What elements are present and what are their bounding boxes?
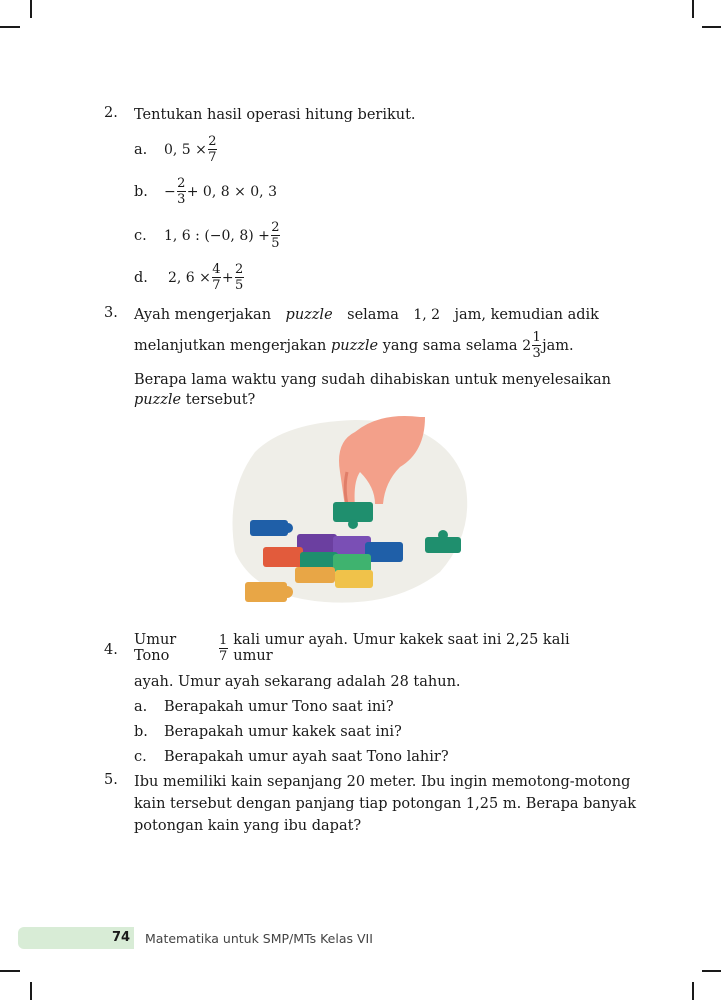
fraction-numerator: 4: [212, 262, 221, 277]
fraction-numerator: 2: [208, 134, 217, 149]
text-segment: jam.: [542, 337, 574, 354]
fraction-numerator: 1: [532, 330, 541, 345]
fraction: 2 7: [207, 134, 217, 165]
item-2c: c. 1, 6 : (−0, 8) + 2 5: [134, 220, 281, 251]
question-number: 4.: [104, 642, 118, 658]
mixed-number-whole: 2: [522, 337, 532, 354]
expression-mid: +: [221, 269, 234, 286]
crop-mark: [702, 970, 721, 972]
question-prompt: Tentukan hasil operasi hitung berikut.: [134, 107, 416, 123]
question-line: melanjutkan mengerjakan puzzle yang sama…: [134, 330, 574, 361]
question-line: Ibu memiliki kain sepanjang 20 meter. Ib…: [134, 774, 631, 790]
item-2a: a. 0, 5 × 2 7: [134, 134, 218, 165]
text-segment: selama: [347, 307, 399, 323]
puzzle-illustration: [232, 416, 468, 603]
item-letter: b.: [134, 183, 148, 200]
crop-mark: [0, 970, 20, 972]
text-segment: kali umur ayah. Umur kakek saat ini 2,25…: [233, 632, 570, 664]
fraction-denominator: 5: [235, 278, 244, 293]
crop-mark: [702, 26, 721, 28]
question-line: Berapa lama waktu yang sudah dihabiskan …: [134, 372, 612, 388]
expression-pre: 0, 5 ×: [164, 141, 207, 158]
crop-mark: [30, 982, 32, 1000]
question-line: puzzle tersebut?: [134, 390, 255, 410]
item-2b: b. − 2 3 + 0, 8 × 0, 3: [134, 176, 277, 207]
book-title: Matematika untuk SMP/MTs Kelas VII: [145, 931, 373, 946]
fraction-denominator: 7: [208, 150, 217, 165]
fraction: 1 3: [532, 330, 542, 361]
expression-pre: 1, 6 : (−0, 8) +: [164, 227, 270, 244]
item-letter: c.: [134, 749, 147, 765]
fraction-numerator: 2: [271, 220, 280, 235]
fraction-numerator: 1: [219, 632, 228, 648]
crop-mark: [692, 982, 694, 1000]
expression-post: + 0, 8 × 0, 3: [186, 183, 277, 200]
fraction-denominator: 3: [177, 192, 186, 207]
item-letter: d.: [134, 269, 148, 286]
question-line: potongan kain yang ibu dapat?: [134, 818, 362, 834]
crop-mark: [0, 26, 20, 28]
item-letter: c.: [134, 227, 147, 244]
fraction-numerator: 2: [235, 262, 244, 277]
item-text: Berapakah umur Tono saat ini?: [164, 699, 394, 715]
puzzle-piece: [297, 534, 337, 552]
text-emphasis: puzzle: [134, 392, 182, 408]
crop-mark: [692, 0, 694, 18]
fraction-denominator: 7: [212, 278, 221, 293]
fraction-denominator: 5: [271, 236, 280, 251]
question-line: Ayah mengerjakan puzzle selama 1, 2 jam,…: [134, 305, 599, 325]
fraction: 1 7: [218, 632, 228, 664]
item-2d: d. 2, 6 × 4 7 + 2 5: [134, 262, 245, 293]
fraction-denominator: 7: [219, 648, 228, 664]
puzzle-piece: [333, 554, 371, 572]
question-line: kain tersebut dengan panjang tiap potong…: [134, 796, 637, 812]
fraction: 2 5: [234, 262, 244, 293]
item-letter: a.: [134, 699, 148, 715]
text-segment: jam, kemudian adik: [454, 307, 599, 323]
text-segment: Ayah mengerjakan: [134, 307, 272, 323]
expression-pre: −: [164, 183, 176, 200]
math-value: 1, 2: [413, 307, 441, 323]
text-emphasis: puzzle: [330, 337, 379, 354]
expression-pre: 2, 6 ×: [168, 269, 211, 286]
crop-mark: [30, 0, 32, 18]
puzzle-piece: [250, 520, 288, 536]
fraction-denominator: 3: [532, 346, 541, 361]
text-segment: tersebut?: [185, 392, 256, 408]
fraction: 2 5: [270, 220, 280, 251]
item-text: Berapakah umur ayah saat Tono lahir?: [164, 749, 449, 765]
fraction: 4 7: [211, 262, 221, 293]
puzzle-piece: [295, 567, 335, 583]
fraction-numerator: 2: [177, 176, 186, 191]
page-number: 74: [112, 930, 131, 945]
text-emphasis: puzzle: [285, 307, 333, 323]
question-line: ayah. Umur ayah sekarang adalah 28 tahun…: [134, 674, 461, 690]
question-line: Umur Tono 1 7 kali umur ayah. Umur kakek…: [134, 632, 599, 664]
question-number: 5.: [104, 772, 118, 788]
fraction: 2 3: [176, 176, 186, 207]
puzzle-piece: [263, 547, 303, 567]
item-text: Berapakah umur kakek saat ini?: [164, 724, 402, 740]
question-number: 3.: [104, 305, 118, 321]
question-number: 2.: [104, 105, 118, 121]
puzzle-piece: [335, 570, 373, 588]
text-segment: melanjutkan mengerjakan: [134, 337, 327, 354]
text-segment: Umur Tono: [134, 632, 177, 664]
puzzle-piece: [245, 582, 287, 602]
text-segment: yang sama selama: [382, 337, 518, 354]
item-letter: a.: [134, 141, 148, 158]
item-letter: b.: [134, 724, 148, 740]
